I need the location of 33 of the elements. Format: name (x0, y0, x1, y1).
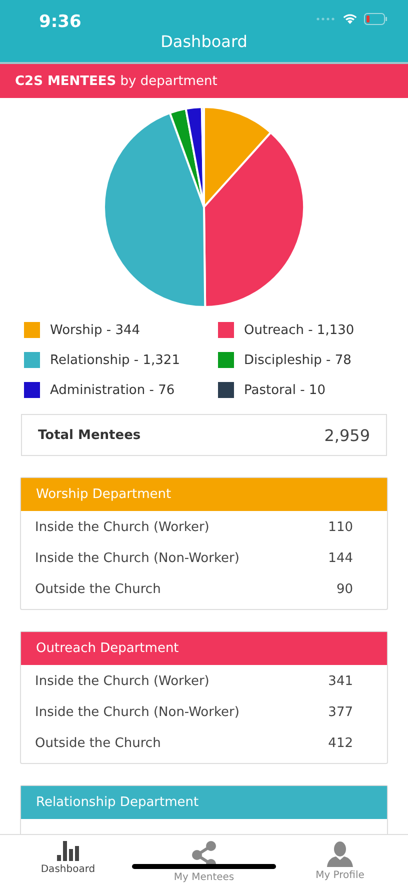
signal-icon (316, 17, 336, 21)
legend-label: Worship - 344 (50, 322, 140, 338)
total-label: Total Mentees (38, 428, 141, 442)
row-value: 377 (328, 705, 353, 720)
status-time: 9:36 (39, 12, 82, 32)
section-header: C2S MENTEES by department (0, 62, 408, 98)
row-value: 90 (336, 582, 353, 597)
row-value: 144 (328, 551, 353, 566)
row-value: 110 (328, 520, 353, 535)
department-header: Worship Department (21, 478, 387, 511)
battery-icon (364, 13, 388, 25)
person-icon (327, 841, 353, 867)
row-label: Outside the Church (35, 736, 161, 751)
legend-label: Administration - 76 (50, 382, 175, 398)
department-header: Outreach Department (21, 632, 387, 665)
row-label: Outside the Church (35, 582, 161, 597)
bar-chart-icon (57, 841, 79, 861)
legend-label: Discipleship - 78 (244, 352, 352, 368)
row-label: Inside the Church (Non-Worker) (35, 705, 240, 720)
legend-label: Outreach - 1,130 (244, 322, 354, 338)
department-header: Relationship Department (21, 786, 387, 819)
legend-label: Pastoral - 10 (244, 382, 326, 398)
row-label: Inside the Church (Worker) (35, 674, 210, 689)
row-value: 412 (328, 736, 353, 751)
row-label: Inside the Church (Worker) (35, 520, 210, 535)
wifi-icon (342, 13, 358, 25)
total-value: 2,959 (324, 426, 370, 444)
tab-bar-item[interactable]: Dashboard (0, 835, 136, 883)
legend-label: Relationship - 1,321 (50, 352, 180, 368)
screen-title: Dashboard (160, 32, 248, 51)
row-value: 341 (328, 674, 353, 689)
row-label: Inside the Church (Non-Worker) (35, 551, 240, 566)
tab-bar-item[interactable]: My Profile (272, 835, 408, 883)
